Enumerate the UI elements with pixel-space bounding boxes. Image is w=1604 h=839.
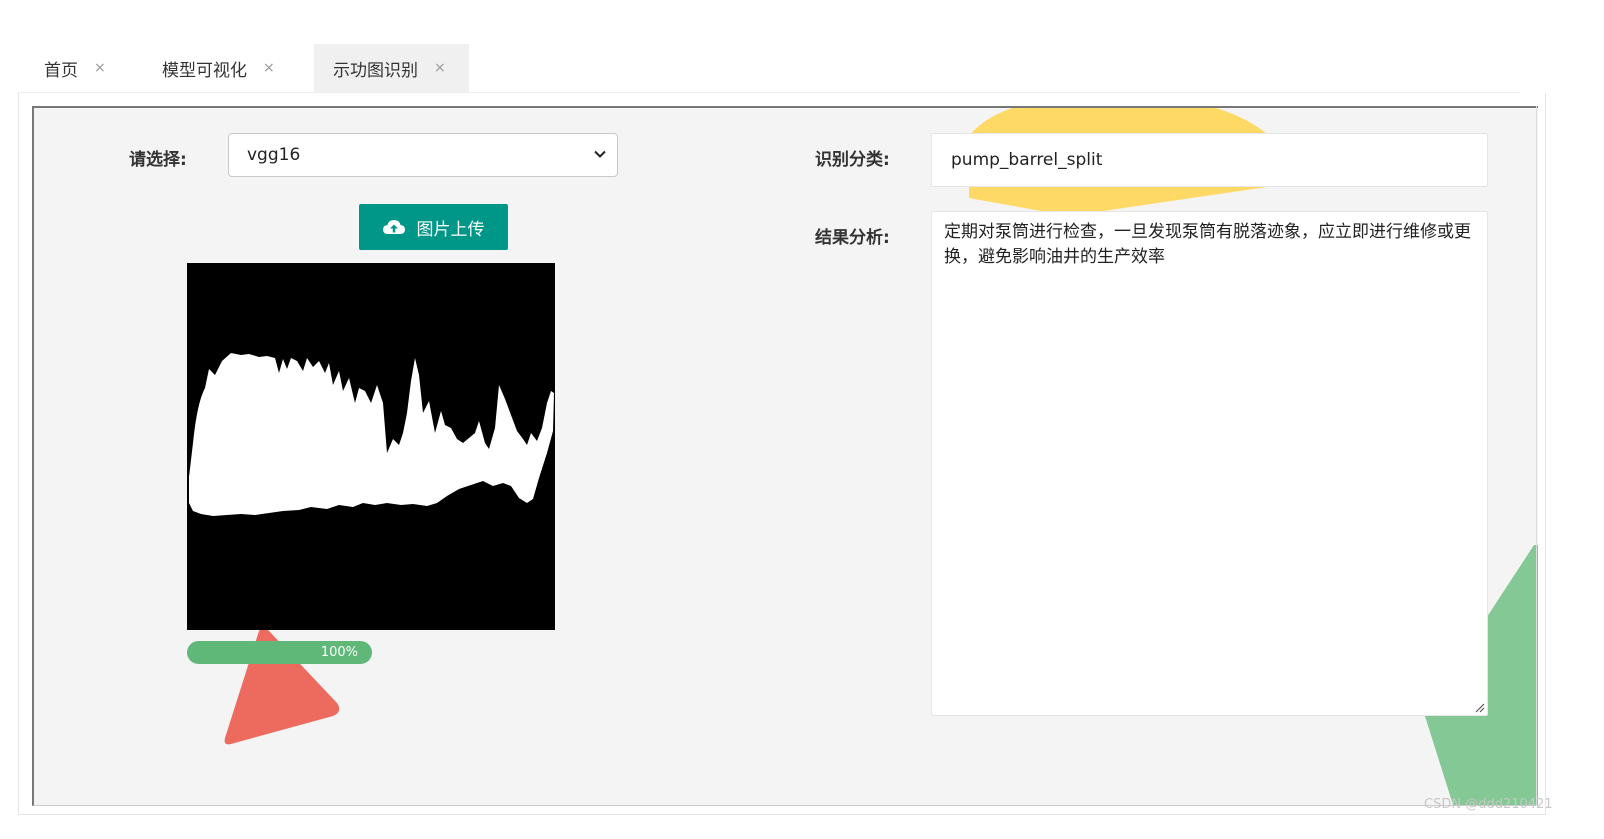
upload-label: 图片上传 [416, 219, 485, 240]
tab-label: 示功图识别 [333, 60, 418, 81]
close-icon[interactable]: × [94, 60, 106, 76]
close-icon[interactable]: × [434, 60, 446, 76]
classification-label: 识别分类: [815, 150, 890, 170]
watermark: CSDN @ddd210421 [1424, 797, 1553, 812]
image-upload-button[interactable]: 图片上传 [359, 204, 508, 250]
page: 首页 × 模型可视化 × 示功图识别 × 请选择: vgg16 图片上传 100… [0, 0, 1604, 839]
analysis-text: 定期对泵筒进行检查，一旦发现泵筒有脱落迹象，应立即进行维修或更换，避免影响油井的… [944, 222, 1471, 267]
classification-result-field[interactable]: pump_barrel_split [931, 133, 1488, 187]
resize-handle-icon[interactable] [1475, 703, 1485, 713]
dynamometer-card-image [187, 263, 555, 630]
analysis-label: 结果分析: [815, 228, 890, 248]
tab-model-visualization[interactable]: 模型可视化 × [142, 44, 314, 92]
chevron-down-icon [594, 150, 606, 158]
tab-home[interactable]: 首页 × [22, 44, 142, 92]
upload-progress-bar: 100% [187, 641, 372, 664]
close-icon[interactable]: × [263, 60, 275, 76]
progress-text: 100% [320, 645, 358, 660]
analysis-textarea[interactable]: 定期对泵筒进行检查，一旦发现泵筒有脱落迹象，应立即进行维修或更换，避免影响油井的… [931, 211, 1488, 716]
model-select[interactable]: vgg16 [228, 133, 618, 177]
tab-dynamometer-recognition[interactable]: 示功图识别 × [314, 44, 469, 92]
uploaded-image-preview [187, 263, 555, 630]
model-select-label: 请选择: [129, 150, 187, 170]
tab-label: 首页 [44, 60, 78, 81]
cloud-upload-icon [382, 220, 405, 234]
classification-result-value: pump_barrel_split [951, 150, 1103, 170]
panel-edge [1536, 106, 1537, 806]
tab-bar: 首页 × 模型可视化 × 示功图识别 × [22, 44, 469, 92]
model-select-value: vgg16 [247, 145, 301, 165]
tab-label: 模型可视化 [162, 60, 247, 81]
